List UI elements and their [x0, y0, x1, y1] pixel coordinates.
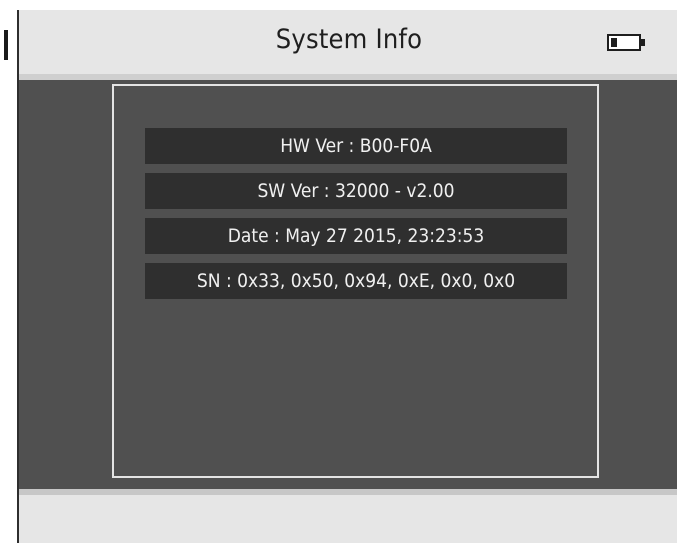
serial-number-row: SN : 0x33, 0x50, 0x94, 0xE, 0x0, 0x0 — [145, 263, 567, 299]
footer-bar — [19, 489, 677, 543]
date-row: Date : May 27 2015, 23:23:53 — [145, 218, 567, 254]
header-bar: System Info — [19, 10, 677, 80]
page-title: System Info — [275, 24, 423, 55]
hw-version-row: HW Ver : B00-F0A — [145, 128, 567, 164]
screen: System Info HW Ver : B00-F0A SW Ver : 32… — [0, 0, 677, 543]
battery-icon — [607, 34, 645, 51]
device-screen: System Info HW Ver : B00-F0A SW Ver : 32… — [17, 10, 677, 543]
edge-mark — [4, 30, 8, 60]
sw-version-row: SW Ver : 32000 - v2.00 — [145, 173, 567, 209]
info-list: HW Ver : B00-F0A SW Ver : 32000 - v2.00 … — [145, 128, 567, 308]
battery-level — [611, 38, 617, 47]
